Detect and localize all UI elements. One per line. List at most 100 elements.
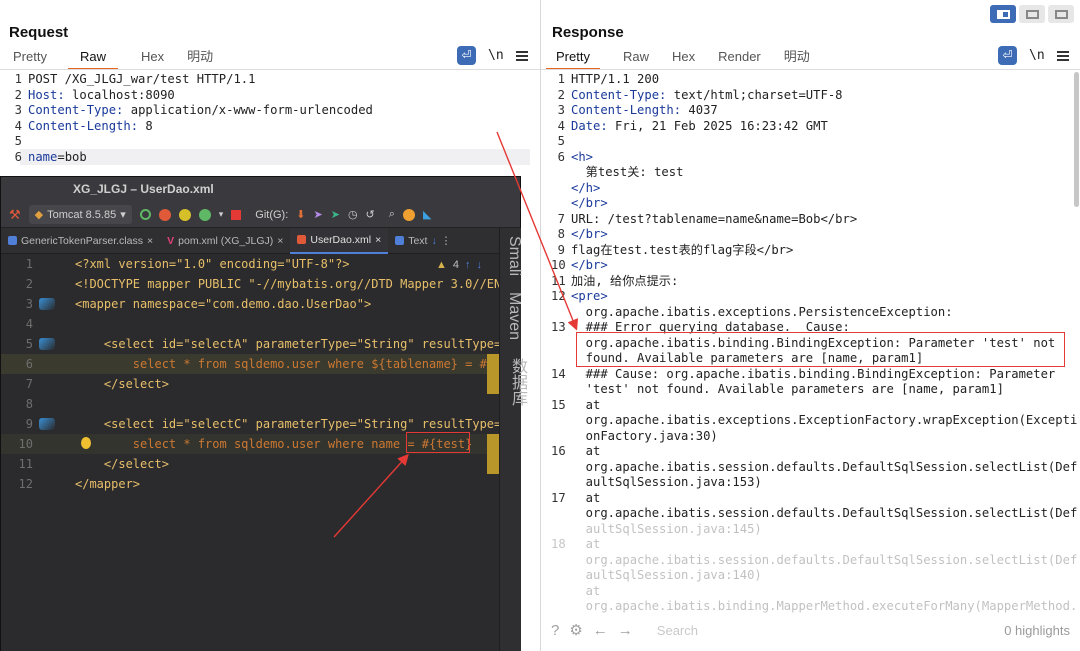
menu-icon[interactable] — [1056, 50, 1069, 61]
close-icon[interactable]: × — [375, 234, 381, 246]
code-text: Content-Length: 4037 — [571, 103, 1066, 119]
code-value: URL: /test?tablename=name&name=Bob</br> — [571, 211, 858, 226]
line-number: 7 — [25, 377, 33, 391]
maven-tool[interactable]: Maven — [505, 292, 523, 340]
code-value: org.apache.ibatis.binding.MapperMethod.e… — [571, 599, 1078, 613]
ide-code-editor[interactable]: 1 <?xml version="1.0" encoding="UTF-8"?> 2… — [1, 254, 499, 651]
code-value: org.apache.ibatis.exceptions.Persistence… — [571, 304, 953, 319]
mybatis-bird-icon[interactable] — [39, 338, 55, 350]
wrap-lines-icon[interactable]: ⏎ — [998, 46, 1017, 65]
close-icon[interactable]: × — [147, 235, 153, 247]
code-value: 第test关: test — [571, 165, 684, 179]
close-icon[interactable]: × — [277, 235, 283, 247]
code-text: </br> — [571, 258, 1066, 274]
rollback-icon[interactable]: ↺ — [366, 208, 375, 221]
ide-tab-generictokenparser[interactable]: GenericTokenParser.class × — [1, 228, 160, 254]
git-commit-icon[interactable]: ➤ — [314, 208, 323, 221]
param-highlight-box — [406, 432, 470, 453]
tab-overflow-chevron-icon[interactable]: ↓ — [431, 235, 436, 247]
update-icon[interactable] — [402, 208, 415, 221]
prev-warning-icon[interactable]: ↑ — [465, 259, 471, 271]
code-value: <pre> — [571, 289, 608, 303]
tab-pretty[interactable]: Pretty — [13, 44, 47, 70]
mybatis-bird-icon[interactable] — [39, 298, 55, 310]
code-line: 第test关: test — [551, 165, 1076, 181]
tab-render[interactable]: Render — [718, 44, 761, 70]
database-tool[interactable]: 数据库 — [505, 358, 529, 406]
ide-code-line: 4 — [1, 314, 499, 334]
git-update-icon[interactable]: ⬇ — [296, 208, 305, 221]
ide-toolbar: ⚒ ◆ Tomcat 8.5.85 ▾ ▾ Git(G): ⬇ ➤ ➤ ◷ ↺ … — [1, 202, 520, 228]
change-marker — [487, 354, 499, 394]
code-text: URL: /test?tablename=name&name=Bob</br> — [571, 212, 1066, 228]
arrow-left-icon[interactable]: ← — [593, 622, 608, 639]
run-config-select[interactable]: ◆ Tomcat 8.5.85 ▾ — [28, 205, 132, 224]
chevron-down-icon[interactable]: ▾ — [219, 209, 224, 220]
header-key: Host: — [28, 87, 65, 102]
ide-tab-pom[interactable]: V pom.xml (XG_JLGJ) × — [160, 228, 290, 254]
mybatis-bird-icon[interactable] — [39, 418, 55, 430]
ide-tab-text[interactable]: Text ↓ ⋮ — [388, 228, 458, 254]
response-scrollbar[interactable] — [1074, 72, 1079, 207]
tab-hex[interactable]: Hex — [672, 44, 695, 70]
smali-tool[interactable]: Smali — [505, 236, 523, 276]
wrap-lines-icon[interactable]: ⏎ — [457, 46, 476, 65]
profile-icon[interactable] — [198, 208, 211, 221]
settings-gear-icon[interactable]: ⚙ — [569, 621, 582, 639]
stop-icon[interactable] — [231, 209, 242, 220]
code-text: org.apache.ibatis.exceptions.ExceptionFa… — [571, 413, 1078, 429]
build-hammer-icon[interactable]: ⚒ — [9, 207, 21, 223]
code-value: at — [571, 537, 601, 551]
layout-tabs-button[interactable] — [1048, 5, 1074, 23]
layout-horizontal-button[interactable] — [1019, 5, 1045, 23]
code-text: </br> — [571, 227, 1066, 243]
newline-toggle[interactable]: \n — [488, 48, 504, 63]
next-warning-icon[interactable]: ↓ — [477, 259, 483, 271]
history-icon[interactable]: ◷ — [348, 208, 358, 221]
git-push-icon[interactable]: ➤ — [331, 208, 340, 221]
tab-menu-icon[interactable]: ⋮ — [441, 235, 452, 247]
ide-code-line: 11 </select> — [1, 454, 499, 474]
code-text: Host: localhost:8090 — [28, 88, 175, 104]
layout-side-by-side-button[interactable] — [990, 5, 1016, 23]
ide-inspection-widget[interactable]: ▲ 4 ↑ ↓ — [436, 259, 482, 271]
tab-pretty[interactable]: Pretty — [546, 44, 600, 70]
code-text: </select> — [75, 377, 169, 391]
code-line: 18 at — [551, 537, 1076, 553]
code-value: 'test' not found. Available parameters a… — [571, 382, 1004, 396]
tab-raw[interactable]: Raw — [67, 44, 118, 70]
xml-file-icon — [297, 235, 307, 244]
tab-hex[interactable]: Hex — [141, 44, 164, 70]
ide-tab-label: GenericTokenParser.class — [21, 234, 143, 247]
newline-toggle[interactable]: \n — [1029, 48, 1045, 63]
code-value: org.apache.ibatis.exceptions.ExceptionFa… — [571, 413, 1078, 427]
code-text: select * from sqldemo.user where ${table… — [75, 357, 499, 371]
help-icon[interactable]: ? — [551, 622, 559, 639]
arrow-right-icon[interactable]: → — [618, 622, 633, 639]
tab-raw[interactable]: Raw — [623, 44, 649, 70]
ide-tab-userdao[interactable]: UserDao.xml × — [290, 227, 389, 254]
code-line: 12 <pre> — [551, 289, 1076, 305]
lightbulb-icon[interactable] — [81, 437, 91, 449]
tab-action[interactable]: 明动 — [187, 44, 213, 70]
menu-icon[interactable] — [515, 50, 528, 61]
response-title: Response — [552, 24, 624, 41]
request-tab-underline — [0, 69, 540, 70]
debug-bug-icon[interactable] — [158, 208, 171, 221]
code-line: </br> — [551, 196, 1076, 212]
ide-logo-icon[interactable]: ◣ — [423, 208, 431, 221]
code-value: aultSqlSession.java:153) — [571, 475, 762, 489]
line-number — [551, 382, 565, 398]
response-tools: ⏎ \n — [998, 46, 1069, 65]
code-line: at — [551, 584, 1076, 600]
coverage-icon[interactable] — [178, 208, 191, 221]
request-editor[interactable]: 1 POST /XG_JLGJ_war/test HTTP/1.1 2 Host: l… — [8, 72, 536, 165]
search-icon[interactable]: ⌕ — [389, 208, 395, 221]
code-text: Content-Type: application/x-www-form-url… — [28, 103, 373, 119]
code-text: name=bob — [28, 150, 87, 166]
search-input[interactable]: Search — [657, 623, 698, 638]
code-text: </mapper> — [75, 477, 141, 491]
tab-action[interactable]: 明动 — [784, 44, 810, 70]
code-value: </h> — [571, 180, 601, 195]
rerun-icon[interactable] — [139, 209, 151, 220]
